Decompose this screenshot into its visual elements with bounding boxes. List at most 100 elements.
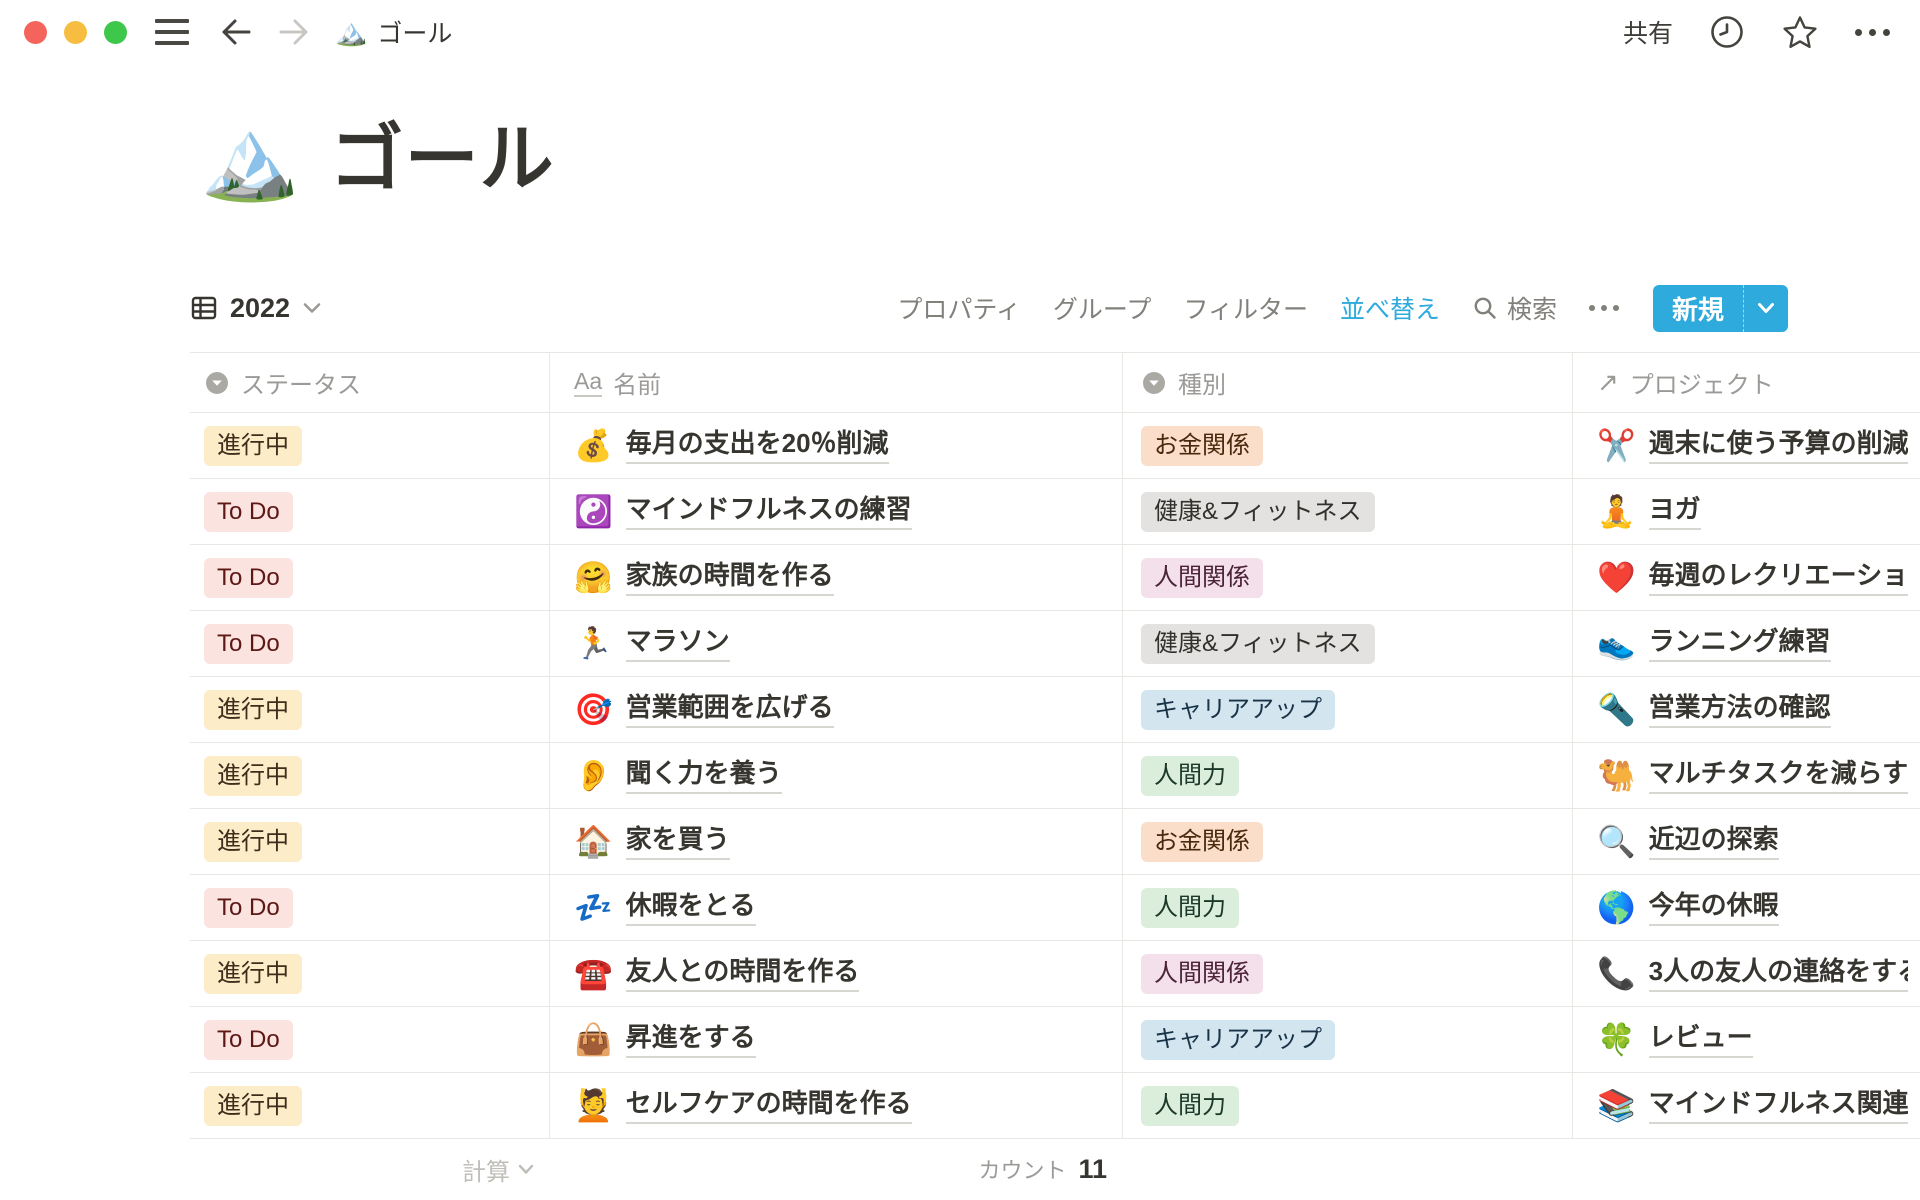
column-header-type[interactable]: 種別 xyxy=(1123,353,1573,412)
type-tag[interactable]: お金関係 xyxy=(1141,822,1263,862)
project-cell[interactable]: 📞 3人の友人の連絡をする xyxy=(1573,941,1920,1006)
table-row[interactable]: To Do 🤗 家族の時間を作る 人間関係 ❤️ 毎週のレクリエーション xyxy=(190,545,1920,611)
type-cell[interactable]: お金関係 xyxy=(1123,413,1573,478)
column-header-status[interactable]: ステータス xyxy=(190,353,550,412)
name-cell[interactable]: ☎️ 友人との時間を作る xyxy=(550,941,1123,1006)
type-tag[interactable]: キャリアアップ xyxy=(1141,1020,1335,1060)
project-link[interactable]: 今年の休暇 xyxy=(1649,889,1779,927)
more-options-icon[interactable] xyxy=(1855,29,1890,36)
project-link[interactable]: マインドフルネス関連 xyxy=(1649,1087,1908,1125)
new-button-label[interactable]: 新規 xyxy=(1653,285,1743,332)
page-link[interactable]: セルフケアの時間を作る xyxy=(626,1087,912,1125)
status-cell[interactable]: To Do xyxy=(190,1007,550,1072)
page-link[interactable]: 昇進をする xyxy=(626,1021,756,1059)
page-link[interactable]: 営業範囲を広げる xyxy=(626,691,834,729)
sidebar-toggle-icon[interactable] xyxy=(155,19,189,45)
view-switcher[interactable]: 2022 xyxy=(190,293,322,324)
type-tag[interactable]: 人間関係 xyxy=(1141,954,1263,994)
type-cell[interactable]: お金関係 xyxy=(1123,809,1573,874)
page-title[interactable]: ゴール xyxy=(330,118,555,199)
page-link[interactable]: 休暇をとる xyxy=(626,889,756,927)
table-row[interactable]: To Do ☯️ マインドフルネスの練習 健康&フィットネス 🧘 ヨガ xyxy=(190,479,1920,545)
type-cell[interactable]: キャリアアップ xyxy=(1123,1007,1573,1072)
page-link[interactable]: 毎月の支出を20％削減 xyxy=(626,427,889,465)
status-cell[interactable]: 進行中 xyxy=(190,677,550,742)
forward-arrow-icon[interactable] xyxy=(277,17,311,47)
name-cell[interactable]: 🏃 マラソン xyxy=(550,611,1123,676)
status-cell[interactable]: 進行中 xyxy=(190,809,550,874)
type-cell[interactable]: 人間力 xyxy=(1123,743,1573,808)
status-cell[interactable]: 進行中 xyxy=(190,413,550,478)
type-tag[interactable]: 人間力 xyxy=(1141,756,1239,796)
project-link[interactable]: 週末に使う予算の削減 xyxy=(1649,427,1908,465)
project-cell[interactable]: ✂️ 週末に使う予算の削減 xyxy=(1573,413,1920,478)
view-more-icon[interactable] xyxy=(1589,305,1619,311)
page-link[interactable]: マインドフルネスの練習 xyxy=(626,493,912,531)
type-tag[interactable]: 健康&フィットネス xyxy=(1141,492,1375,532)
type-tag[interactable]: 健康&フィットネス xyxy=(1141,624,1375,664)
status-cell[interactable]: To Do xyxy=(190,611,550,676)
project-link[interactable]: 3人の友人の連絡をする xyxy=(1649,955,1908,993)
status-tag[interactable]: 進行中 xyxy=(204,756,302,796)
table-row[interactable]: 進行中 👂 聞く力を養う 人間力 🐫 マルチタスクを減らす xyxy=(190,743,1920,809)
table-row[interactable]: 進行中 💆 セルフケアの時間を作る 人間力 📚 マインドフルネス関連 xyxy=(190,1073,1920,1139)
type-tag[interactable]: 人間力 xyxy=(1141,1086,1239,1126)
table-row[interactable]: 進行中 ☎️ 友人との時間を作る 人間関係 📞 3人の友人の連絡をする xyxy=(190,941,1920,1007)
type-cell[interactable]: 人間関係 xyxy=(1123,545,1573,610)
project-cell[interactable]: 👟 ランニング練習 xyxy=(1573,611,1920,676)
project-cell[interactable]: 🍀 レビュー xyxy=(1573,1007,1920,1072)
new-button[interactable]: 新規 xyxy=(1653,285,1788,332)
type-tag[interactable]: お金関係 xyxy=(1141,426,1263,466)
table-row[interactable]: To Do 💤 休暇をとる 人間力 🌎 今年の休暇 xyxy=(190,875,1920,941)
status-tag[interactable]: To Do xyxy=(204,1020,293,1060)
status-tag[interactable]: 進行中 xyxy=(204,690,302,730)
zoom-window-button[interactable] xyxy=(104,21,127,44)
name-cell[interactable]: 🎯 営業範囲を広げる xyxy=(550,677,1123,742)
type-cell[interactable]: 人間力 xyxy=(1123,1073,1573,1138)
calculate-button[interactable]: 計算 xyxy=(462,1152,534,1187)
table-row[interactable]: To Do 🏃 マラソン 健康&フィットネス 👟 ランニング練習 xyxy=(190,611,1920,677)
name-cell[interactable]: 👜 昇進をする xyxy=(550,1007,1123,1072)
table-row[interactable]: To Do 👜 昇進をする キャリアアップ 🍀 レビュー xyxy=(190,1007,1920,1073)
status-cell[interactable]: 進行中 xyxy=(190,941,550,1006)
project-cell[interactable]: 🌎 今年の休暇 xyxy=(1573,875,1920,940)
share-button[interactable]: 共有 xyxy=(1623,14,1673,50)
project-link[interactable]: ヨガ xyxy=(1649,493,1701,531)
table-row[interactable]: 進行中 🏠 家を買う お金関係 🔍 近辺の探索 xyxy=(190,809,1920,875)
status-tag[interactable]: 進行中 xyxy=(204,1086,302,1126)
status-tag[interactable]: 進行中 xyxy=(204,822,302,862)
project-cell[interactable]: 📚 マインドフルネス関連 xyxy=(1573,1073,1920,1138)
status-tag[interactable]: To Do xyxy=(204,624,293,664)
page-icon[interactable]: 🏔️ xyxy=(200,119,300,199)
type-cell[interactable]: キャリアアップ xyxy=(1123,677,1573,742)
type-cell[interactable]: 健康&フィットネス xyxy=(1123,479,1573,544)
type-cell[interactable]: 健康&フィットネス xyxy=(1123,611,1573,676)
name-cell[interactable]: 💰 毎月の支出を20％削減 xyxy=(550,413,1123,478)
name-cell[interactable]: 🤗 家族の時間を作る xyxy=(550,545,1123,610)
type-cell[interactable]: 人間力 xyxy=(1123,875,1573,940)
name-cell[interactable]: 💆 セルフケアの時間を作る xyxy=(550,1073,1123,1138)
breadcrumb[interactable]: 🏔️ ゴール xyxy=(335,14,452,50)
type-tag[interactable]: 人間関係 xyxy=(1141,558,1263,598)
back-arrow-icon[interactable] xyxy=(219,17,253,47)
page-link[interactable]: 家を買う xyxy=(626,823,730,861)
group-button[interactable]: グループ xyxy=(1053,290,1152,326)
status-cell[interactable]: To Do xyxy=(190,875,550,940)
favorite-star-icon[interactable] xyxy=(1781,14,1819,50)
page-link[interactable]: 友人との時間を作る xyxy=(626,955,860,993)
close-window-button[interactable] xyxy=(24,21,47,44)
name-cell[interactable]: 👂 聞く力を養う xyxy=(550,743,1123,808)
search-button[interactable]: 検索 xyxy=(1472,290,1557,326)
project-cell[interactable]: 🧘 ヨガ xyxy=(1573,479,1920,544)
status-cell[interactable]: To Do xyxy=(190,545,550,610)
column-header-project[interactable]: ↗ プロジェクト xyxy=(1573,353,1920,412)
status-cell[interactable]: To Do xyxy=(190,479,550,544)
project-cell[interactable]: ❤️ 毎週のレクリエーション xyxy=(1573,545,1920,610)
type-tag[interactable]: 人間力 xyxy=(1141,888,1239,928)
status-tag[interactable]: 進行中 xyxy=(204,426,302,466)
name-cell[interactable]: ☯️ マインドフルネスの練習 xyxy=(550,479,1123,544)
project-cell[interactable]: 🔍 近辺の探索 xyxy=(1573,809,1920,874)
name-cell[interactable]: 🏠 家を買う xyxy=(550,809,1123,874)
project-cell[interactable]: 🐫 マルチタスクを減らす xyxy=(1573,743,1920,808)
footer-count-cell[interactable]: カウント 11 xyxy=(550,1139,1123,1199)
